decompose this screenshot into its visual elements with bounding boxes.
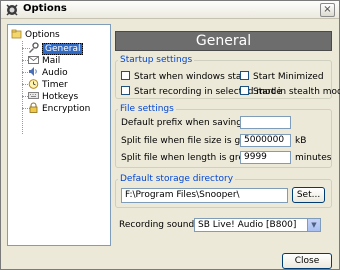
split-length-unit: minutes [295,153,332,163]
checkbox-box[interactable] [121,71,130,80]
hotkeys-icon [28,90,39,101]
checkbox-label: Start when windows start [134,72,249,82]
timer-icon [28,78,39,89]
checkbox-label: Start in stealth mode [253,87,340,97]
checkbox-box[interactable] [240,71,249,80]
start-minimized-checkbox[interactable]: Start Minimized [240,71,324,82]
tree-item-encryption[interactable]: Encryption [28,102,90,114]
sound-card-select[interactable]: SB Live! Audio [B800] ▼ [194,218,321,232]
tree-item-general[interactable]: General [28,42,84,55]
options-window: Options × Options General Mail Audio Tim… [0,0,340,270]
checkbox-label: Start Minimized [253,72,324,82]
window-title: Options [23,3,67,14]
tree-root-label: Options [25,30,60,40]
options-tree: Options General Mail Audio Timer Hotkeys… [7,24,111,246]
split-length-input[interactable]: 9999 [240,151,291,164]
tree-item-audio[interactable]: Audio [28,66,68,78]
close-window-button[interactable]: × [320,3,335,17]
file-settings-legend: File settings [120,104,174,114]
audio-icon [28,66,39,77]
tree-item-hotkeys[interactable]: Hotkeys [28,90,78,102]
sound-card-value: SB Live! Audio [B800] [198,220,297,230]
tree-item-label: Timer [42,80,68,90]
storage-directory-legend: Default storage directory [120,174,234,184]
checkbox-box[interactable] [121,86,130,95]
close-button[interactable]: Close [282,253,332,269]
options-folder-icon [11,28,22,39]
title-bar[interactable]: Options × [1,1,339,19]
storage-path-input[interactable]: F:\Program Files\Snooper\ [121,188,288,203]
mail-icon [28,54,39,65]
set-directory-button[interactable]: Set... [292,187,325,203]
checkbox-box[interactable] [240,86,249,95]
split-size-unit: kB [295,136,307,146]
tree-item-mail[interactable]: Mail [28,54,60,66]
page-title: General [115,31,332,51]
chevron-down-icon[interactable]: ▼ [307,219,320,231]
app-icon [5,3,19,17]
lock-icon [28,102,39,113]
tree-item-label: Audio [42,68,68,78]
tree-connector [22,41,23,134]
start-with-windows-checkbox[interactable]: Start when windows start [121,71,249,82]
tree-item-label: Mail [42,56,61,66]
split-size-input[interactable]: 5000000 [240,134,291,147]
tree-item-timer[interactable]: Timer [28,78,68,90]
tree-item-label: Encryption [42,104,91,114]
default-prefix-input[interactable] [240,116,291,129]
start-stealth-checkbox[interactable]: Start in stealth mode [240,86,340,97]
startup-settings-legend: Startup settings [120,55,193,65]
tree-item-label: Hotkeys [42,92,79,102]
tree-root-options[interactable]: Options [11,28,60,40]
general-icon [28,42,39,53]
